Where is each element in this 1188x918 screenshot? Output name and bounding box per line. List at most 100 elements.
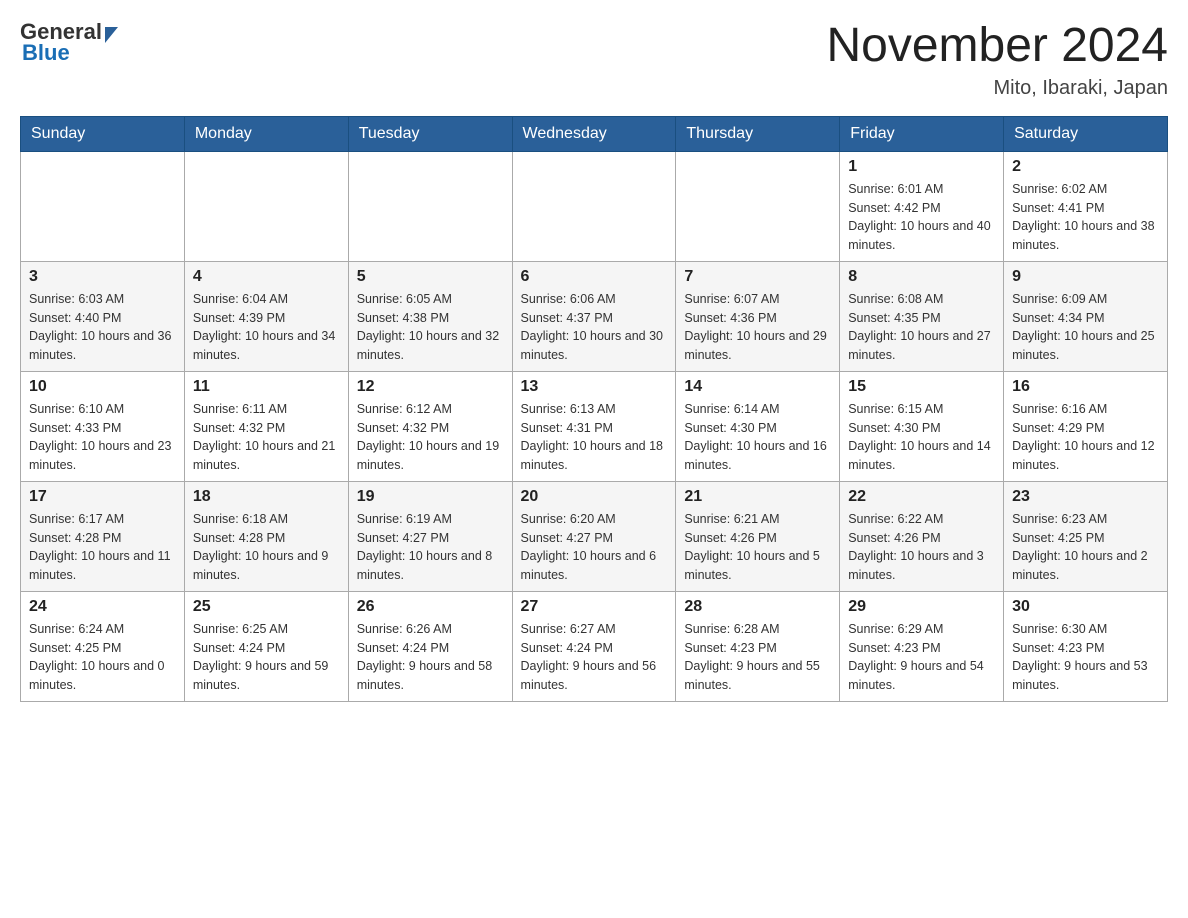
day-number: 9 [1012, 268, 1159, 286]
week-row-4: 17 Sunrise: 6:17 AM Sunset: 4:28 PM Dayli… [21, 481, 1168, 591]
calendar-cell: 12 Sunrise: 6:12 AM Sunset: 4:32 PM Dayli… [348, 371, 512, 481]
calendar-cell [348, 151, 512, 261]
week-row-5: 24 Sunrise: 6:24 AM Sunset: 4:25 PM Dayli… [21, 591, 1168, 701]
calendar-cell: 5 Sunrise: 6:05 AM Sunset: 4:38 PM Daylig… [348, 261, 512, 371]
day-info: Sunrise: 6:06 AM Sunset: 4:37 PM Dayligh… [521, 290, 668, 365]
day-info: Sunrise: 6:04 AM Sunset: 4:39 PM Dayligh… [193, 290, 340, 365]
calendar-cell: 19Sunrise: 6:19 AM Sunset: 4:27 PM Dayli… [348, 481, 512, 591]
calendar-cell: 23 Sunrise: 6:23 AM Sunset: 4:25 PM Dayli… [1004, 481, 1168, 591]
logo: General Blue [20, 20, 118, 66]
calendar-cell: 7 Sunrise: 6:07 AM Sunset: 4:36 PM Daylig… [676, 261, 840, 371]
day-number: 16 [1012, 378, 1159, 396]
logo-blue-text: Blue [22, 40, 118, 66]
day-number: 17 [29, 488, 176, 506]
calendar-cell: 25Sunrise: 6:25 AM Sunset: 4:24 PM Dayli… [184, 591, 348, 701]
calendar-cell [184, 151, 348, 261]
calendar-cell: 14 Sunrise: 6:14 AM Sunset: 4:30 PM Dayli… [676, 371, 840, 481]
day-info: Sunrise: 6:21 AM Sunset: 4:26 PM Dayligh… [684, 510, 831, 585]
month-title: November 2024 [826, 20, 1168, 73]
calendar-cell: 24 Sunrise: 6:24 AM Sunset: 4:25 PM Dayli… [21, 591, 185, 701]
weekday-header-tuesday: Tuesday [348, 116, 512, 151]
day-number: 15 [848, 378, 995, 396]
day-info: Sunrise: 6:07 AM Sunset: 4:36 PM Dayligh… [684, 290, 831, 365]
day-number: 22 [848, 488, 995, 506]
day-number: 11 [193, 378, 340, 396]
day-info: Sunrise: 6:11 AM Sunset: 4:32 PM Dayligh… [193, 400, 340, 475]
day-info: Sunrise: 6:29 AM Sunset: 4:23 PM Dayligh… [848, 620, 995, 695]
day-info: Sunrise: 6:28 AM Sunset: 4:23 PM Dayligh… [684, 620, 831, 695]
day-info: Sunrise: 6:15 AM Sunset: 4:30 PM Dayligh… [848, 400, 995, 475]
day-info: Sunrise: 6:12 AM Sunset: 4:32 PM Dayligh… [357, 400, 504, 475]
day-info: Sunrise: 6:27 AM Sunset: 4:24 PM Dayligh… [521, 620, 668, 695]
day-info: Sunrise: 6:23 AM Sunset: 4:25 PM Dayligh… [1012, 510, 1159, 585]
day-number: 19 [357, 488, 504, 506]
day-number: 4 [193, 268, 340, 286]
week-row-1: 1 Sunrise: 6:01 AM Sunset: 4:42 PM Daylig… [21, 151, 1168, 261]
calendar-cell: 3 Sunrise: 6:03 AM Sunset: 4:40 PM Daylig… [21, 261, 185, 371]
calendar-cell: 2 Sunrise: 6:02 AM Sunset: 4:41 PM Daylig… [1004, 151, 1168, 261]
day-number: 2 [1012, 158, 1159, 176]
day-info: Sunrise: 6:10 AM Sunset: 4:33 PM Dayligh… [29, 400, 176, 475]
week-row-2: 3 Sunrise: 6:03 AM Sunset: 4:40 PM Daylig… [21, 261, 1168, 371]
calendar-cell: 10 Sunrise: 6:10 AM Sunset: 4:33 PM Dayli… [21, 371, 185, 481]
calendar-cell [21, 151, 185, 261]
day-number: 1 [848, 158, 995, 176]
day-number: 27 [521, 598, 668, 616]
page-header: General Blue November 2024 Mito, Ibaraki… [20, 20, 1168, 100]
calendar-cell: 11 Sunrise: 6:11 AM Sunset: 4:32 PM Dayli… [184, 371, 348, 481]
calendar-cell: 21 Sunrise: 6:21 AM Sunset: 4:26 PM Dayli… [676, 481, 840, 591]
calendar-cell: 16 Sunrise: 6:16 AM Sunset: 4:29 PM Dayli… [1004, 371, 1168, 481]
day-number: 5 [357, 268, 504, 286]
calendar-cell [512, 151, 676, 261]
day-info: Sunrise: 6:05 AM Sunset: 4:38 PM Dayligh… [357, 290, 504, 365]
calendar-cell: 26 Sunrise: 6:26 AM Sunset: 4:24 PM Dayli… [348, 591, 512, 701]
day-info: Sunrise: 6:25 AM Sunset: 4:24 PM Dayligh… [193, 620, 340, 695]
day-number: 3 [29, 268, 176, 286]
calendar-cell: 20Sunrise: 6:20 AM Sunset: 4:27 PM Dayli… [512, 481, 676, 591]
weekday-header-monday: Monday [184, 116, 348, 151]
day-number: 24 [29, 598, 176, 616]
weekday-header-thursday: Thursday [676, 116, 840, 151]
calendar-cell: 13 Sunrise: 6:13 AM Sunset: 4:31 PM Dayli… [512, 371, 676, 481]
day-info: Sunrise: 6:26 AM Sunset: 4:24 PM Dayligh… [357, 620, 504, 695]
weekday-header-sunday: Sunday [21, 116, 185, 151]
day-number: 18 [193, 488, 340, 506]
calendar-title-area: November 2024 Mito, Ibaraki, Japan [826, 20, 1168, 100]
calendar-cell: 18 Sunrise: 6:18 AM Sunset: 4:28 PM Dayli… [184, 481, 348, 591]
day-info: Sunrise: 6:09 AM Sunset: 4:34 PM Dayligh… [1012, 290, 1159, 365]
day-info: Sunrise: 6:24 AM Sunset: 4:25 PM Dayligh… [29, 620, 176, 695]
calendar-cell: 27 Sunrise: 6:27 AM Sunset: 4:24 PM Dayli… [512, 591, 676, 701]
calendar-cell: 4 Sunrise: 6:04 AM Sunset: 4:39 PM Daylig… [184, 261, 348, 371]
day-info: Sunrise: 6:03 AM Sunset: 4:40 PM Dayligh… [29, 290, 176, 365]
day-number: 7 [684, 268, 831, 286]
day-number: 14 [684, 378, 831, 396]
day-number: 10 [29, 378, 176, 396]
day-number: 30 [1012, 598, 1159, 616]
day-number: 26 [357, 598, 504, 616]
calendar-cell: 15 Sunrise: 6:15 AM Sunset: 4:30 PM Dayli… [840, 371, 1004, 481]
day-info: Sunrise: 6:02 AM Sunset: 4:41 PM Dayligh… [1012, 180, 1159, 255]
day-number: 13 [521, 378, 668, 396]
calendar-cell: 8Sunrise: 6:08 AM Sunset: 4:35 PM Daylig… [840, 261, 1004, 371]
day-number: 23 [1012, 488, 1159, 506]
day-info: Sunrise: 6:16 AM Sunset: 4:29 PM Dayligh… [1012, 400, 1159, 475]
calendar-cell: 1 Sunrise: 6:01 AM Sunset: 4:42 PM Daylig… [840, 151, 1004, 261]
day-info: Sunrise: 6:17 AM Sunset: 4:28 PM Dayligh… [29, 510, 176, 585]
day-info: Sunrise: 6:13 AM Sunset: 4:31 PM Dayligh… [521, 400, 668, 475]
day-info: Sunrise: 6:14 AM Sunset: 4:30 PM Dayligh… [684, 400, 831, 475]
day-number: 21 [684, 488, 831, 506]
day-info: Sunrise: 6:20 AM Sunset: 4:27 PM Dayligh… [521, 510, 668, 585]
week-row-3: 10 Sunrise: 6:10 AM Sunset: 4:33 PM Dayli… [21, 371, 1168, 481]
day-info: Sunrise: 6:01 AM Sunset: 4:42 PM Dayligh… [848, 180, 995, 255]
day-number: 29 [848, 598, 995, 616]
calendar-cell: 29 Sunrise: 6:29 AM Sunset: 4:23 PM Dayli… [840, 591, 1004, 701]
day-number: 28 [684, 598, 831, 616]
calendar-cell [676, 151, 840, 261]
calendar-cell: 9 Sunrise: 6:09 AM Sunset: 4:34 PM Daylig… [1004, 261, 1168, 371]
weekday-header-row: SundayMondayTuesdayWednesdayThursdayFrid… [21, 116, 1168, 151]
calendar-cell: 17 Sunrise: 6:17 AM Sunset: 4:28 PM Dayli… [21, 481, 185, 591]
day-info: Sunrise: 6:18 AM Sunset: 4:28 PM Dayligh… [193, 510, 340, 585]
day-number: 8 [848, 268, 995, 286]
day-number: 12 [357, 378, 504, 396]
location-subtitle: Mito, Ibaraki, Japan [826, 77, 1168, 100]
